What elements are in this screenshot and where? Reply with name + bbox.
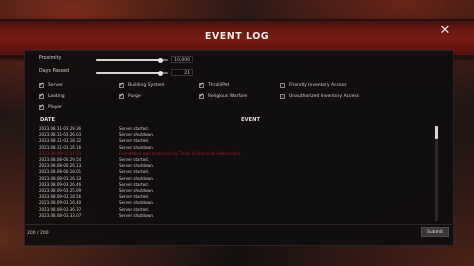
row-date: 2023.08.08-00.18.01: [39, 169, 82, 175]
row-event: Foundation was destroyed by Thrall (Grom…: [119, 150, 241, 156]
scrollbar-thumb[interactable]: [435, 126, 438, 139]
submit-button[interactable]: Submit: [421, 227, 449, 237]
row-date: 2023.08.09-03.16.40: [39, 200, 82, 206]
event-count: 200 / 200: [27, 231, 49, 236]
row-event: Server shutdown.: [119, 212, 155, 218]
table-row: 2023.08.09-03.26.46 Server started.: [39, 182, 434, 188]
table-row: 2023.08.11-03.18.32 Server started.: [39, 138, 434, 144]
table-row: 2023.08.08-00.29.54 Server started.: [39, 157, 434, 163]
row-event: Server started.: [119, 157, 149, 162]
checkbox-label: Religious Warfare: [208, 93, 248, 99]
row-date: 2023.08.08-03.16.33: [39, 175, 82, 181]
checkbox-label: Server: [48, 82, 63, 88]
row-event: Server shutdown.: [119, 175, 155, 181]
checkbox-friendly-inventory-access[interactable]: [280, 83, 285, 88]
scrollbar-track[interactable]: [435, 126, 438, 221]
row-event: Server shutdown.: [119, 144, 155, 150]
days-passed-slider[interactable]: [96, 70, 168, 76]
proximity-slider-fill: [96, 59, 161, 61]
row-date: 2023.08.11-03.29.36: [39, 126, 82, 131]
checkbox-building-system[interactable]: [119, 81, 124, 89]
table-row: 2023.08.08-03.36.37 Server started.: [39, 207, 434, 213]
row-event: Server started.: [119, 126, 149, 131]
checkbox-server[interactable]: [39, 81, 44, 89]
table-row: 2023.08.08-03.33.07 Server shutdown.: [39, 213, 434, 219]
row-date: 2023.08.11-03.16.16: [39, 144, 82, 150]
proximity-label: Proximity: [39, 56, 62, 61]
checkbox-religious-warfare[interactable]: [199, 92, 204, 100]
table-row: 2023.08.11-03.29.36 Server started.: [39, 126, 434, 132]
proximity-slider-knob[interactable]: [157, 57, 163, 63]
days-passed-value-field[interactable]: 21: [171, 69, 193, 76]
date-column-header: DATE: [40, 117, 55, 123]
proximity-slider[interactable]: [96, 57, 168, 63]
row-event: Server started.: [119, 138, 149, 144]
table-row: 2023.08.09-03.25.09 Server shutdown.: [39, 188, 434, 194]
checkbox-label: Building System: [128, 82, 165, 88]
checkbox-looting[interactable]: [39, 92, 44, 100]
checkbox-thrall-pet[interactable]: [199, 81, 204, 89]
page-title: EVENT LOG: [204, 31, 270, 42]
table-row: 2023.08.11-03.16.16 Server shutdown.: [39, 145, 434, 151]
checkbox-label: Thrall/Pet: [208, 82, 230, 88]
checkbox-label: Player: [48, 104, 63, 110]
row-date: 2023.08.11-03.26.03: [39, 132, 82, 138]
close-icon[interactable]: ✕: [438, 24, 452, 38]
row-date: 2023.08.11-03.18.32: [39, 138, 82, 144]
row-event: Server started.: [119, 169, 149, 175]
row-event: Server started.: [119, 206, 149, 212]
row-event: Server shutdown.: [119, 188, 155, 193]
table-row: 2023.08.08-03.16.33 Server shutdown.: [39, 176, 434, 182]
row-event: Server started.: [119, 194, 149, 200]
checkbox-player[interactable]: [39, 103, 44, 111]
table-row: 2023.08.08-00.18.01 Server started.: [39, 169, 434, 175]
days-passed-slider-fill: [96, 72, 161, 74]
checkbox-purge[interactable]: [119, 92, 124, 100]
row-date: 2023.08.09-01.07.33: [39, 150, 82, 156]
table-row: 2023.08.09-03.16.40 Server shutdown.: [39, 200, 434, 206]
table-row: 2023.08.09-03.18.56 Server started.: [39, 194, 434, 200]
row-date: 2023.08.09-03.18.56: [39, 194, 82, 200]
proximity-value-field[interactable]: 10,000: [171, 56, 193, 63]
row-event: Server shutdown.: [119, 132, 155, 138]
row-date: 2023.08.08-03.33.07: [39, 212, 82, 218]
row-event: Server shutdown.: [119, 163, 155, 169]
checkbox-unauthorized-inventory-access[interactable]: [280, 94, 285, 99]
event-column-header: EVENT: [241, 117, 260, 123]
checkbox-label: Purge: [128, 93, 141, 99]
table-row: 2023.08.09-01.07.33 Foundation was destro…: [39, 151, 434, 157]
row-date: 2023.08.08-00.26.13: [39, 163, 82, 169]
table-row: 2023.08.11-03.26.03 Server shutdown.: [39, 132, 434, 138]
row-date: 2023.08.08-03.36.37: [39, 206, 82, 212]
checkbox-label: Friendly Inventory Access: [289, 82, 347, 88]
table-row: 2023.08.08-00.26.13 Server shutdown.: [39, 163, 434, 169]
row-event: Server shutdown.: [119, 200, 155, 206]
footer-divider: [24, 224, 452, 225]
row-event: Server started.: [119, 181, 149, 187]
row-date: 2023.08.08-00.29.54: [39, 157, 82, 162]
days-passed-slider-knob[interactable]: [157, 70, 163, 76]
checkbox-label: Unauthorized Inventory Access: [289, 93, 359, 99]
days-passed-label: Days Passed: [39, 69, 70, 74]
row-date: 2023.08.09-03.26.46: [39, 181, 82, 187]
checkbox-label: Looting: [48, 93, 65, 99]
row-date: 2023.08.09-03.25.09: [39, 188, 82, 193]
